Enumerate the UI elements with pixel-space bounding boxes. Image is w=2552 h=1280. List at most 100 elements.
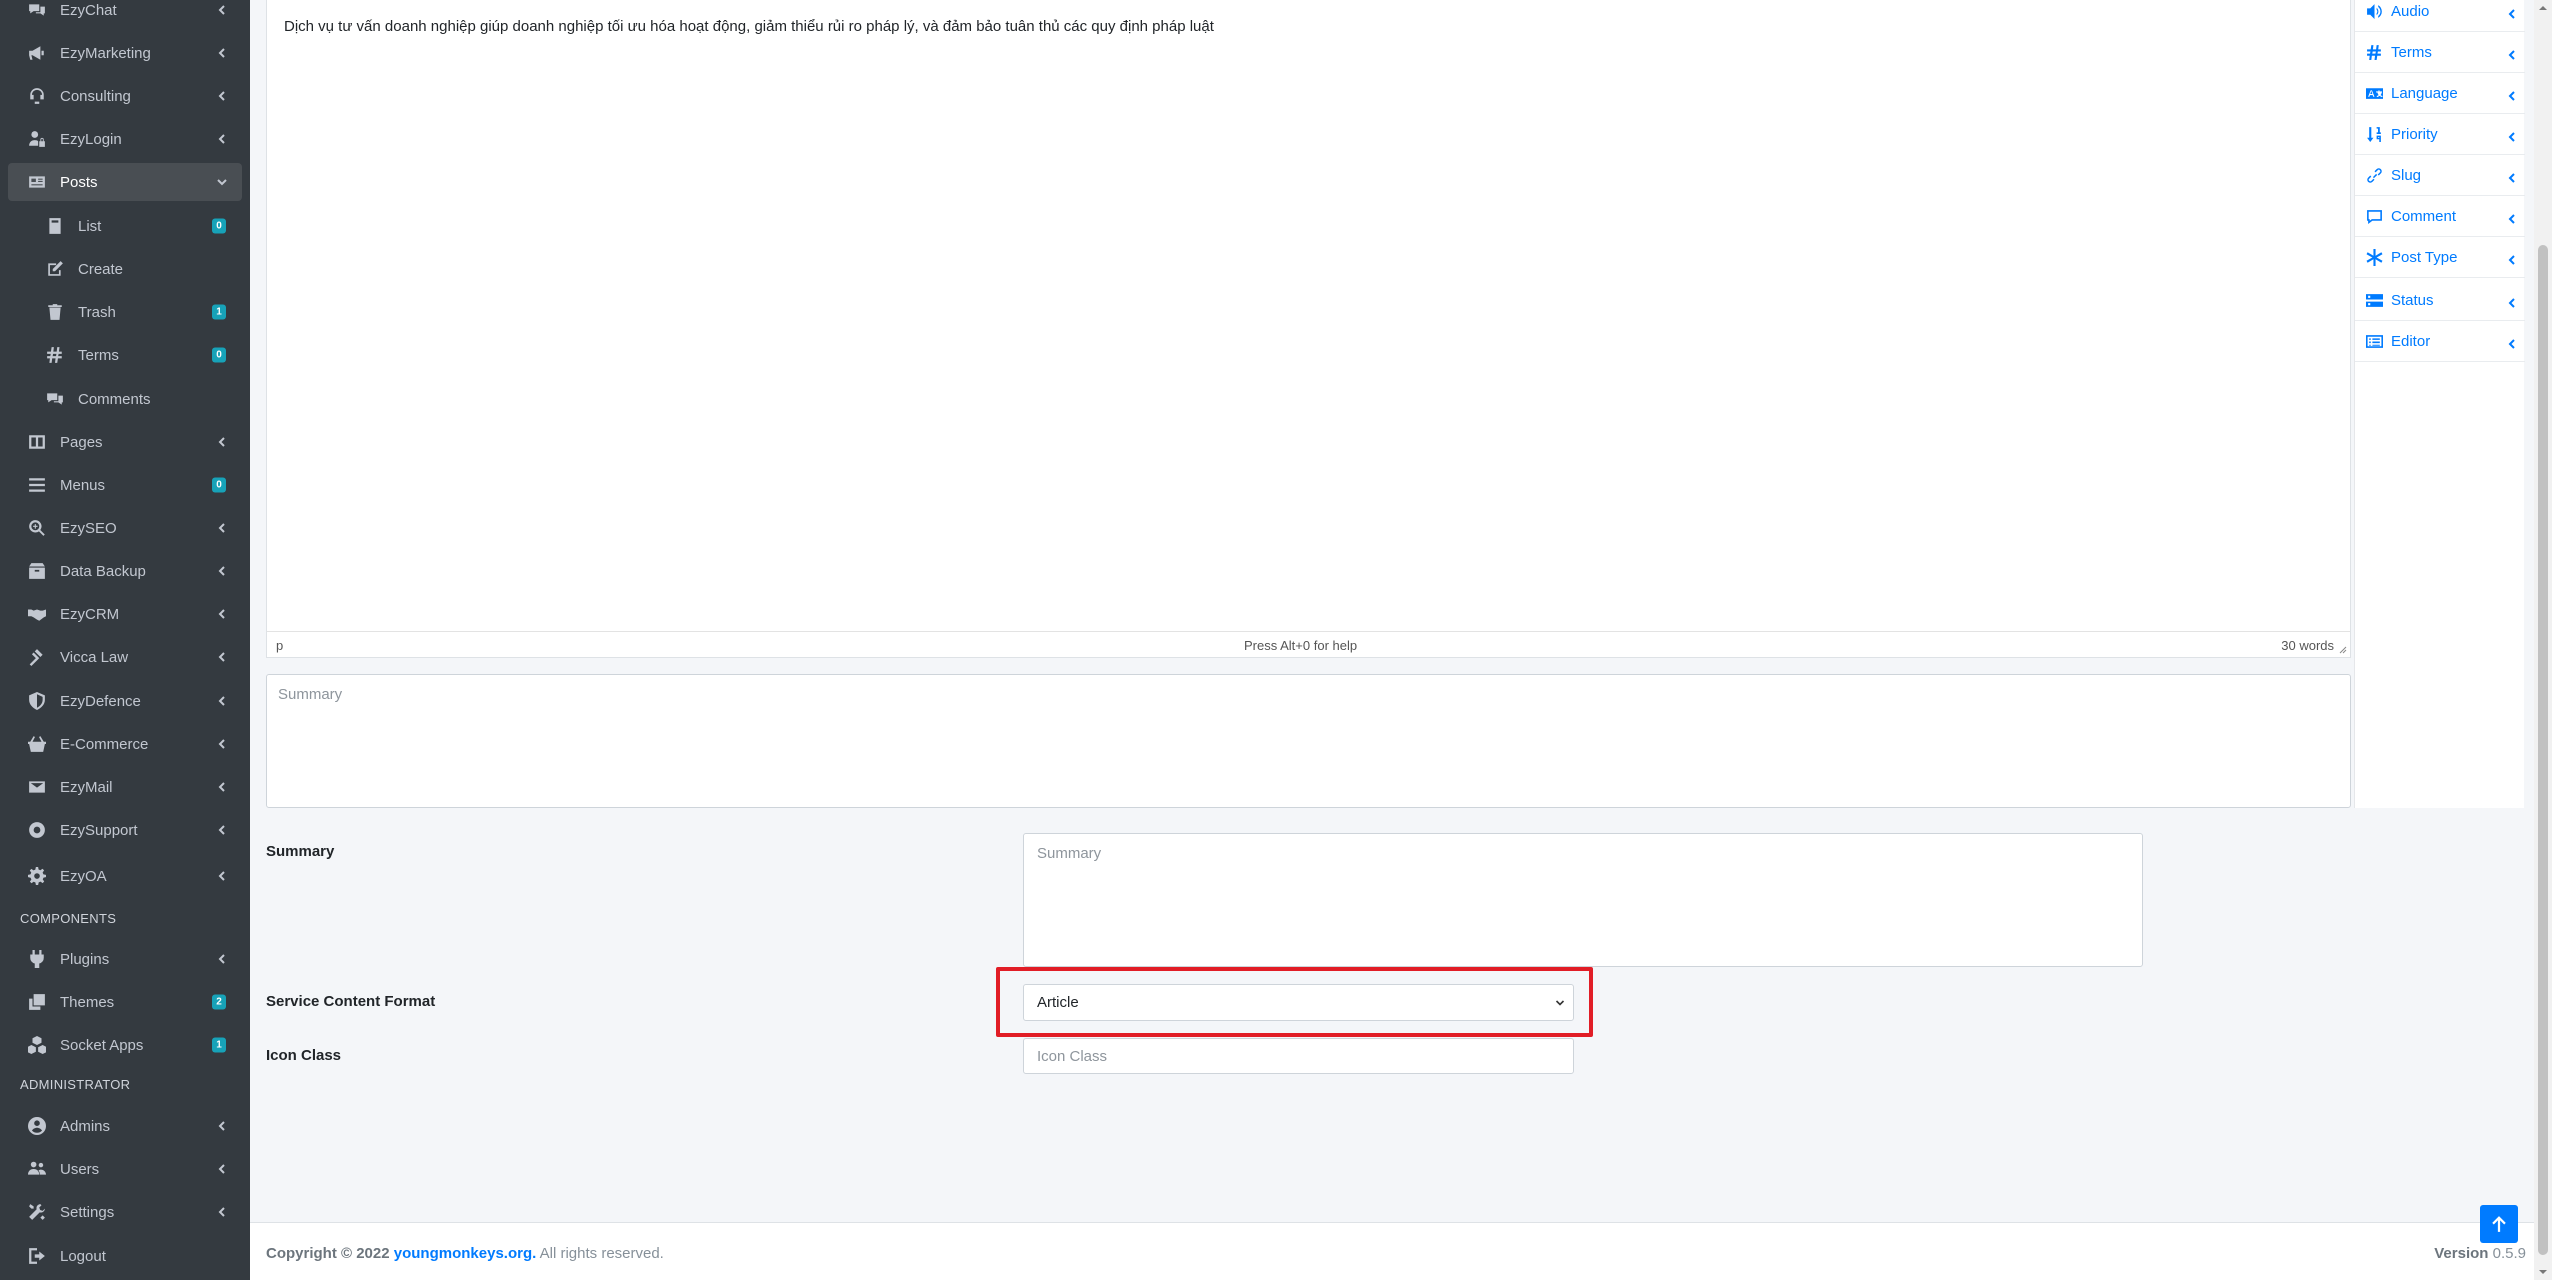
sidebar-item-ezycrm[interactable]: EzyCRM xyxy=(8,595,242,633)
sidebar-item-label: Vicca Law xyxy=(60,648,129,666)
sidebar-item-list[interactable]: List 0 xyxy=(8,207,242,245)
chevron-left-icon xyxy=(216,522,228,534)
sidebar-item-ezychat[interactable]: EzyChat xyxy=(8,0,242,29)
sidebar-item-label: Create xyxy=(78,260,124,278)
sidebar-item-menus[interactable]: Menus 0 xyxy=(8,466,242,504)
sidebar-item-users[interactable]: Users xyxy=(8,1150,242,1188)
panel-item-label: Status xyxy=(2391,291,2434,309)
count-badge: 0 xyxy=(212,477,226,493)
user-circle-icon xyxy=(26,1116,48,1136)
panel-item-slug[interactable]: Slug xyxy=(2355,155,2525,196)
user-lock-icon xyxy=(26,129,48,149)
panel-item-label: Comment xyxy=(2391,207,2457,225)
icon-class-input[interactable]: Icon Class xyxy=(1023,1038,1574,1074)
panel-item-language[interactable]: Language xyxy=(2355,73,2525,114)
panel-item-priority[interactable]: Priority xyxy=(2355,114,2525,155)
bars-icon xyxy=(26,475,48,495)
content-editor[interactable]: Dịch vụ tư vấn doanh nghiệp giúp doanh n… xyxy=(266,0,2351,658)
chevron-down-icon xyxy=(216,176,228,188)
book-icon xyxy=(44,216,66,236)
editor-content[interactable]: Dịch vụ tư vấn doanh nghiệp giúp doanh n… xyxy=(284,18,1214,35)
element-path[interactable]: p xyxy=(276,638,283,653)
sidebar-item-admins[interactable]: Admins xyxy=(8,1107,242,1145)
summary-textarea[interactable]: Summary xyxy=(266,674,2351,808)
chevron-left-icon xyxy=(216,90,228,102)
sidebar-item-terms[interactable]: Terms 0 xyxy=(8,336,242,374)
version-value: 0.5.9 xyxy=(2492,1245,2526,1262)
sidebar-item-ezylogin[interactable]: EzyLogin xyxy=(8,120,242,158)
sidebar-item-label: Settings xyxy=(60,1203,115,1221)
sidebar-item-ezyseo[interactable]: EzySEO xyxy=(8,509,242,547)
link-icon xyxy=(2363,166,2385,184)
chevron-left-icon xyxy=(2507,47,2517,60)
panel-item-editor[interactable]: Editor xyxy=(2355,321,2525,362)
sidebar-item-label: Admins xyxy=(60,1117,111,1135)
service-content-format-select[interactable]: Article xyxy=(1023,984,1574,1021)
sidebar-item-label: EzyMail xyxy=(60,778,113,796)
panel-item-post-type[interactable]: Post Type xyxy=(2355,237,2525,278)
chevron-left-icon xyxy=(2507,211,2517,224)
panel-item-comment[interactable]: Comment xyxy=(2355,196,2525,237)
sidebar-item-create[interactable]: Create xyxy=(8,250,242,288)
sidebar-item-ezysupport[interactable]: EzySupport xyxy=(8,811,242,849)
panel-item-terms[interactable]: Terms xyxy=(2355,32,2525,73)
shield-icon xyxy=(26,691,48,711)
sidebar-item-ezyoa[interactable]: EzyOA xyxy=(8,857,242,895)
panel-item-status[interactable]: Status xyxy=(2355,280,2525,321)
envelope-icon xyxy=(26,777,48,797)
sidebar-item-ezymarketing[interactable]: EzyMarketing xyxy=(8,34,242,72)
chevron-left-icon xyxy=(216,1163,228,1175)
chevron-left-icon xyxy=(216,695,228,707)
sidebar-item-vicca-law[interactable]: Vicca Law xyxy=(8,638,242,676)
chevron-left-icon xyxy=(216,608,228,620)
chevron-left-icon xyxy=(216,1120,228,1132)
copyright-suffix: All rights reserved. xyxy=(539,1245,664,1262)
version-label: Version xyxy=(2434,1245,2489,1262)
edit-icon xyxy=(44,259,66,279)
scroll-down-icon[interactable] xyxy=(2538,1267,2548,1277)
sidebar-item-consulting[interactable]: Consulting xyxy=(8,77,242,115)
back-to-top-button[interactable] xyxy=(2480,1205,2518,1243)
scrollbar-thumb[interactable] xyxy=(2538,245,2548,1255)
sidebar-item-ezydefence[interactable]: EzyDefence xyxy=(8,682,242,720)
hashtag-icon xyxy=(2363,43,2385,61)
panel-item-audio[interactable]: Audio xyxy=(2355,0,2525,32)
sidebar-item-socket-apps[interactable]: Socket Apps 1 xyxy=(8,1026,242,1064)
sidebar-item-plugins[interactable]: Plugins xyxy=(8,940,242,978)
copy-icon xyxy=(26,992,48,1012)
sidebar-item-e-commerce[interactable]: E-Commerce xyxy=(8,725,242,763)
chevron-left-icon xyxy=(216,738,228,750)
trash-icon xyxy=(44,302,66,322)
scroll-up-icon[interactable] xyxy=(2538,3,2548,13)
toggle-icon xyxy=(2363,291,2385,309)
summary-field[interactable]: Summary xyxy=(1023,833,2143,967)
sidebar-item-label: EzySupport xyxy=(60,821,138,839)
sidebar-item-posts[interactable]: Posts xyxy=(8,163,242,201)
editor-statusbar: p Press Alt+0 for help 30 words xyxy=(267,631,2350,657)
sidebar-item-themes[interactable]: Themes 2 xyxy=(8,983,242,1021)
sidebar: EzyChat EzyMarketing Consulting EzyLogin Pos… xyxy=(0,0,250,1280)
sidebar-item-label: EzyMarketing xyxy=(60,44,151,62)
sidebar-item-data-backup[interactable]: Data Backup xyxy=(8,552,242,590)
panel-item-label: Slug xyxy=(2391,166,2422,184)
sidebar-item-label: Users xyxy=(60,1160,100,1178)
chevron-left-icon xyxy=(216,953,228,965)
word-count[interactable]: 30 words xyxy=(2281,638,2334,653)
list-alt-icon xyxy=(2363,332,2385,350)
components-header: COMPONENTS xyxy=(20,911,117,926)
sidebar-item-settings[interactable]: Settings xyxy=(8,1193,242,1231)
sidebar-item-ezymail[interactable]: EzyMail xyxy=(8,768,242,806)
sidebar-item-pages[interactable]: Pages xyxy=(8,423,242,461)
select-value: Article xyxy=(1037,994,1079,1011)
sidebar-item-comments[interactable]: Comments xyxy=(8,380,242,418)
chevron-left-icon xyxy=(2507,88,2517,101)
gavel-icon xyxy=(26,647,48,667)
chevron-left-icon xyxy=(2507,129,2517,142)
arrow-up-icon xyxy=(2492,1216,2506,1232)
sidebar-item-trash[interactable]: Trash 1 xyxy=(8,293,242,331)
chevron-left-icon xyxy=(216,436,228,448)
resize-handle-icon[interactable] xyxy=(2337,644,2347,654)
copyright-link[interactable]: youngmonkeys.org. xyxy=(394,1245,537,1262)
count-badge: 1 xyxy=(212,304,226,320)
sidebar-item-logout[interactable]: Logout xyxy=(8,1237,242,1275)
